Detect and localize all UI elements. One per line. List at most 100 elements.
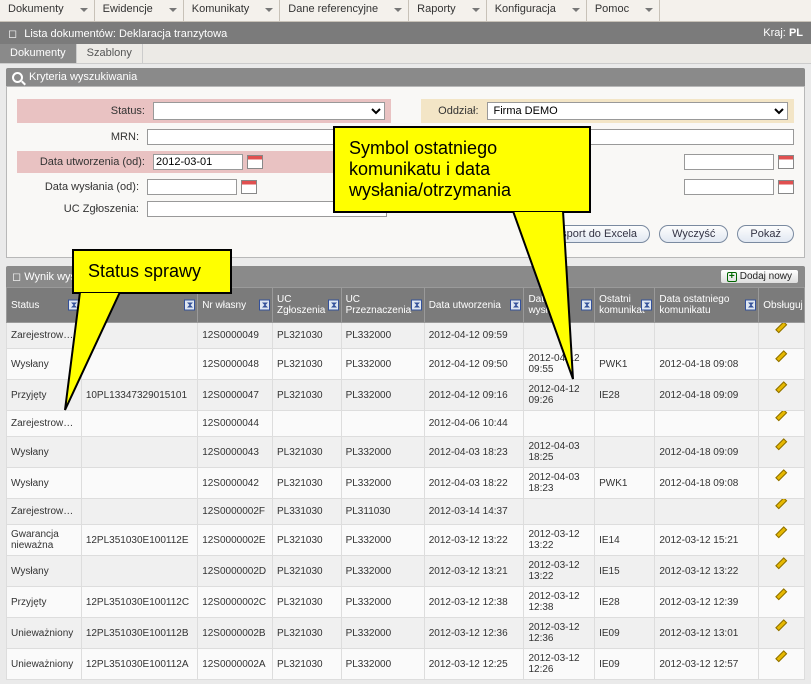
- col-header-uc_z[interactable]: UC Zgłoszenia: [273, 288, 342, 323]
- menu-raporty[interactable]: Raporty: [409, 0, 487, 21]
- col-header-uc_p[interactable]: UC Przeznaczenia: [341, 288, 424, 323]
- sort-icon[interactable]: [184, 300, 195, 311]
- add-new-button[interactable]: + Dodaj nowy: [720, 269, 799, 284]
- data-utw-do-input[interactable]: [684, 154, 774, 170]
- status-select[interactable]: [153, 102, 385, 120]
- cell-data_ost_kom: 2012-03-12 12:39: [655, 587, 759, 618]
- oddzial-select[interactable]: Firma DEMO: [487, 102, 789, 120]
- cell-utw: 2012-04-06 10:44: [424, 411, 524, 437]
- menu-pomoc[interactable]: Pomoc: [587, 0, 660, 21]
- data-wys-do-input[interactable]: [684, 179, 774, 195]
- main-menubar: DokumentyEwidencjeKomunikatyDane referen…: [0, 0, 811, 22]
- table-row[interactable]: Przyjęty12PL351030E100112C12S0000002CPL3…: [7, 587, 805, 618]
- cell-mrn: 12PL351030E100112C: [81, 587, 197, 618]
- col-header-obsluguj[interactable]: Obsługuj: [759, 288, 805, 323]
- cell-data_ost_kom: 2012-03-12 12:57: [655, 649, 759, 680]
- cell-ost_kom: IE15: [595, 556, 655, 587]
- cell-ost_kom: IE09: [595, 618, 655, 649]
- cell-status: Unieważniony: [7, 649, 82, 680]
- col-header-data_ost_kom[interactable]: Data ostatniego komunikatu: [655, 288, 759, 323]
- menu-ewidencje[interactable]: Ewidencje: [95, 0, 184, 21]
- table-row[interactable]: Unieważniony12PL351030E100112A12S0000002…: [7, 649, 805, 680]
- edit-icon[interactable]: [775, 444, 789, 458]
- show-button[interactable]: Pokaż: [737, 225, 794, 243]
- edit-icon[interactable]: [775, 656, 789, 670]
- calendar-icon[interactable]: [778, 155, 794, 169]
- cell-data_ost_kom: [655, 323, 759, 349]
- mrn-label: MRN:: [17, 131, 147, 143]
- calendar-icon[interactable]: [241, 180, 257, 194]
- edit-icon[interactable]: [775, 532, 789, 546]
- cell-utw: 2012-03-12 12:38: [424, 587, 524, 618]
- cell-mrn: [81, 556, 197, 587]
- cell-data_ost_kom: 2012-04-18 09:08: [655, 349, 759, 380]
- edit-icon[interactable]: [775, 625, 789, 639]
- cell-mrn: 12PL351030E100112E: [81, 525, 197, 556]
- edit-icon[interactable]: [775, 387, 789, 401]
- sort-icon[interactable]: [328, 300, 339, 311]
- cell-nr: 12S0000002C: [198, 587, 273, 618]
- tab-dokumenty[interactable]: Dokumenty: [0, 44, 77, 63]
- clear-button[interactable]: Wyczyść: [659, 225, 728, 243]
- cell-status: Wysłany: [7, 468, 82, 499]
- cell-wys: 2012-03-12 12:38: [524, 587, 595, 618]
- cell-utw: 2012-04-03 18:22: [424, 468, 524, 499]
- edit-icon[interactable]: [775, 594, 789, 608]
- subtab-bar: Dokumenty Szablony: [0, 44, 811, 64]
- edit-icon[interactable]: [775, 475, 789, 489]
- cell-ost_kom: IE28: [595, 380, 655, 411]
- cell-uc_p: PL332000: [341, 556, 424, 587]
- cell-nr: 12S0000002B: [198, 618, 273, 649]
- cell-data_ost_kom: 2012-04-18 09:08: [655, 468, 759, 499]
- sort-icon[interactable]: [745, 300, 756, 311]
- cell-uc_p: PL332000: [341, 649, 424, 680]
- col-header-ost_kom[interactable]: Ostatni komunikat: [595, 288, 655, 323]
- table-row[interactable]: Wysłany12S0000043PL321030PL3320002012-04…: [7, 437, 805, 468]
- table-row[interactable]: Wysłany12S0000002DPL321030PL3320002012-0…: [7, 556, 805, 587]
- edit-icon[interactable]: [775, 415, 789, 429]
- cell-obsluguj: [759, 349, 805, 380]
- cell-nr: 12S0000002E: [198, 525, 273, 556]
- data-wys-od-input[interactable]: [147, 179, 237, 195]
- cell-obsluguj: [759, 499, 805, 525]
- edit-icon[interactable]: [775, 327, 789, 341]
- cell-wys: 2012-04-03 18:23: [524, 468, 595, 499]
- cell-obsluguj: [759, 525, 805, 556]
- edit-icon[interactable]: [775, 563, 789, 577]
- menu-konfiguracja[interactable]: Konfiguracja: [487, 0, 587, 21]
- edit-icon[interactable]: [775, 356, 789, 370]
- calendar-icon[interactable]: [778, 180, 794, 194]
- calendar-icon[interactable]: [247, 155, 263, 169]
- edit-icon[interactable]: [775, 503, 789, 517]
- callout-text: Symbol ostatniego komunikatu i data wysł…: [349, 138, 511, 200]
- table-row[interactable]: Gwarancja nieważna12PL351030E100112E12S0…: [7, 525, 805, 556]
- cell-wys: 2012-03-12 12:36: [524, 618, 595, 649]
- table-row[interactable]: Zarejestrowany12S0000002FPL331030PL31103…: [7, 499, 805, 525]
- table-row[interactable]: Wysłany12S0000042PL321030PL3320002012-04…: [7, 468, 805, 499]
- cell-uc_z: PL321030: [273, 556, 342, 587]
- sort-icon[interactable]: [411, 300, 422, 311]
- cell-ost_kom: IE09: [595, 649, 655, 680]
- cell-obsluguj: [759, 323, 805, 349]
- cell-mrn: 12PL351030E100112B: [81, 618, 197, 649]
- data-utw-od-input[interactable]: [153, 154, 243, 170]
- sort-icon[interactable]: [259, 300, 270, 311]
- menu-dane-referencyjne[interactable]: Dane referencyjne: [280, 0, 409, 21]
- cell-status: Zarejestrowany: [7, 499, 82, 525]
- sort-icon[interactable]: [641, 300, 652, 311]
- cell-mrn: [81, 499, 197, 525]
- table-row[interactable]: Unieważniony12PL351030E100112B12S0000002…: [7, 618, 805, 649]
- cell-uc_z: PL321030: [273, 437, 342, 468]
- menu-dokumenty[interactable]: Dokumenty: [0, 0, 95, 21]
- cell-utw: 2012-03-12 13:21: [424, 556, 524, 587]
- cell-nr: 12S0000048: [198, 349, 273, 380]
- cell-nr: 12S0000043: [198, 437, 273, 468]
- cell-obsluguj: [759, 649, 805, 680]
- table-row[interactable]: Zarejestrowany12S00000442012-04-06 10:44: [7, 411, 805, 437]
- cell-status: Wysłany: [7, 556, 82, 587]
- tab-szablony[interactable]: Szablony: [77, 44, 143, 63]
- cell-data_ost_kom: 2012-04-18 09:09: [655, 380, 759, 411]
- menu-komunikaty[interactable]: Komunikaty: [184, 0, 280, 21]
- cell-ost_kom: [595, 411, 655, 437]
- cell-data_ost_kom: 2012-03-12 13:22: [655, 556, 759, 587]
